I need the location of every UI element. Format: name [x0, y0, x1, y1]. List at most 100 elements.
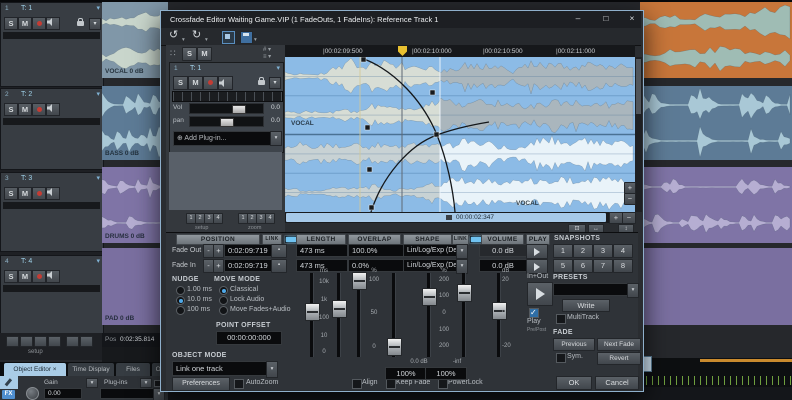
lock-icon[interactable]	[258, 77, 265, 85]
redo-dropdown-icon[interactable]: ▾	[205, 36, 208, 44]
undo-dropdown-icon[interactable]: ▾	[182, 36, 185, 44]
plugins-dropdown[interactable]: ▾	[140, 378, 152, 388]
fade-in-shape-field[interactable]: Lin/Log/Exp (Defau	[403, 259, 461, 272]
chevron-down-icon[interactable]: ▾	[96, 258, 100, 266]
move-lock-audio-radio[interactable]	[219, 296, 228, 305]
setup-button[interactable]	[66, 336, 79, 347]
track-header-1[interactable]: 1 T: 1 ▾ S M ▾	[0, 2, 104, 87]
timeline-ruler-bg[interactable]	[640, 358, 792, 387]
snapshot-8-button[interactable]: 8	[613, 259, 633, 273]
write-button[interactable]: Write	[562, 299, 610, 312]
nudge-1ms-label[interactable]: 1.00 ms	[187, 286, 212, 294]
fade-in-time-field[interactable]: 0:02:09:719	[224, 259, 274, 272]
save-dropdown-icon[interactable]: ▾	[254, 36, 257, 44]
panel-menu-icon[interactable]: ≡ ▾	[263, 53, 271, 61]
chevron-down-icon[interactable]: ▾	[96, 175, 100, 183]
record-button[interactable]	[32, 103, 46, 116]
align-label[interactable]: Align	[362, 379, 378, 387]
undo-icon[interactable]: ↺	[169, 30, 178, 41]
keep-fade-checkbox[interactable]	[386, 379, 396, 389]
point-offset-field[interactable]: 00:00:00:000	[216, 331, 282, 345]
tab-object-editor[interactable]: Object Editor ×	[4, 363, 66, 376]
solo-button[interactable]: S	[182, 47, 197, 61]
track-options-button[interactable]: ▾	[89, 18, 101, 30]
mute-button[interactable]: M	[18, 187, 32, 200]
nudge-1ms-radio[interactable]	[176, 286, 185, 295]
solo-button[interactable]: S	[173, 76, 188, 90]
close-button[interactable]: ×	[624, 12, 640, 25]
preset-dropdown[interactable]: ▾	[627, 283, 639, 298]
nudge-10ms-label[interactable]: 10.0 ms	[187, 296, 212, 304]
length-in-fader-handle[interactable]	[332, 300, 347, 318]
overlap-in-fader-handle[interactable]	[387, 338, 402, 356]
record-button[interactable]	[32, 270, 46, 283]
solo-button[interactable]: S	[4, 187, 18, 200]
record-button[interactable]	[32, 17, 46, 30]
record-button[interactable]	[32, 187, 46, 200]
gain-knob[interactable]	[26, 387, 39, 400]
chevron-down-icon[interactable]: ▾	[96, 5, 100, 13]
redo-icon[interactable]: ↻	[192, 30, 201, 41]
vertical-scrollbar-thumb[interactable]	[636, 59, 641, 114]
next-fade-button[interactable]: Next Fade	[597, 338, 641, 351]
setup-preset-4[interactable]: 4	[213, 213, 223, 224]
fade-out-grid-button[interactable]: ▪	[271, 244, 287, 258]
plugin-slot-field[interactable]	[100, 388, 160, 399]
shape-out-fader-track[interactable]	[427, 273, 431, 357]
drag-handle-icon[interactable]: ∷	[170, 49, 176, 58]
powerlock-checkbox[interactable]	[438, 379, 448, 389]
mute-button[interactable]: M	[197, 47, 212, 61]
zoom-out-vertical-button[interactable]: −	[624, 193, 636, 205]
snapshot-6-button[interactable]: 6	[573, 259, 593, 273]
lock-icon[interactable]	[77, 18, 84, 26]
fade-out-overlap-field[interactable]: 100.0%	[348, 244, 404, 257]
tab-time-display[interactable]: Time Display	[68, 363, 114, 376]
ok-button[interactable]: OK	[556, 376, 592, 390]
clip-vocal-left[interactable]: VOCAL 0 dB	[102, 2, 168, 78]
multitrack-checkbox[interactable]	[556, 314, 566, 324]
object-mode-dropdown[interactable]: ▾	[266, 361, 278, 378]
previous-fade-button[interactable]: Previous	[553, 338, 595, 351]
add-plugin-dropdown[interactable]: ▾	[270, 131, 282, 146]
zoom-out-button[interactable]: −	[622, 212, 636, 224]
vertical-scrollbar[interactable]	[635, 57, 642, 212]
track-header-2[interactable]: 2 T: 2 ▾ S M	[0, 88, 104, 170]
setup-button[interactable]	[34, 336, 47, 347]
autozoom-checkbox[interactable]	[234, 379, 244, 389]
horizontal-scrollbar-thumb[interactable]: 00:00:02:347	[286, 213, 606, 222]
crossfade-waveform-display[interactable]	[285, 57, 635, 212]
powerlock-label[interactable]: PowerLock	[448, 379, 483, 387]
preferences-button[interactable]: Preferences	[172, 377, 230, 391]
mute-button[interactable]: M	[18, 103, 32, 116]
move-classical-radio[interactable]	[219, 286, 228, 295]
setup-button[interactable]	[48, 336, 61, 347]
move-fades-audio-radio[interactable]	[219, 306, 228, 315]
fade-out-shape-field[interactable]: Lin/Log/Exp (Defau	[403, 244, 461, 257]
zoom-preset-4[interactable]: 4	[265, 213, 275, 224]
play-checkbox[interactable]	[529, 308, 539, 318]
pan-slider-handle[interactable]	[220, 118, 234, 127]
clip-bass-right[interactable]	[640, 86, 792, 160]
monitor-button[interactable]	[46, 103, 60, 116]
fade-out-time-field[interactable]: 0:02:09:719	[224, 244, 274, 257]
solo-button[interactable]: S	[4, 17, 18, 30]
clip-vocal-right[interactable]	[640, 2, 792, 78]
maximize-button[interactable]: □	[598, 12, 614, 25]
chevron-down-icon[interactable]: ▾	[276, 65, 280, 73]
close-icon[interactable]: ×	[53, 366, 57, 373]
setup-button[interactable]	[80, 336, 93, 347]
setup-button[interactable]	[6, 336, 19, 347]
track-header-3[interactable]: 3 T: 3 ▾ S M	[0, 172, 104, 252]
tab-files[interactable]: Files	[116, 363, 150, 376]
snapshot-4-button[interactable]: 4	[613, 244, 633, 258]
track-header-4[interactable]: 4 T: 4 ▾ S M	[0, 255, 104, 335]
object-mode-field[interactable]: Link one track	[172, 361, 270, 376]
play-in-out-button[interactable]	[527, 282, 553, 306]
snapshot-7-button[interactable]: 7	[593, 259, 613, 273]
play-fade-out-button[interactable]	[526, 244, 548, 259]
solo-button[interactable]: S	[4, 270, 18, 283]
gain-value-field[interactable]: 0.00	[44, 388, 82, 399]
setup-button[interactable]	[20, 336, 33, 347]
cancel-button[interactable]: Cancel	[595, 376, 639, 390]
keep-fade-label[interactable]: Keep Fade	[396, 379, 430, 387]
